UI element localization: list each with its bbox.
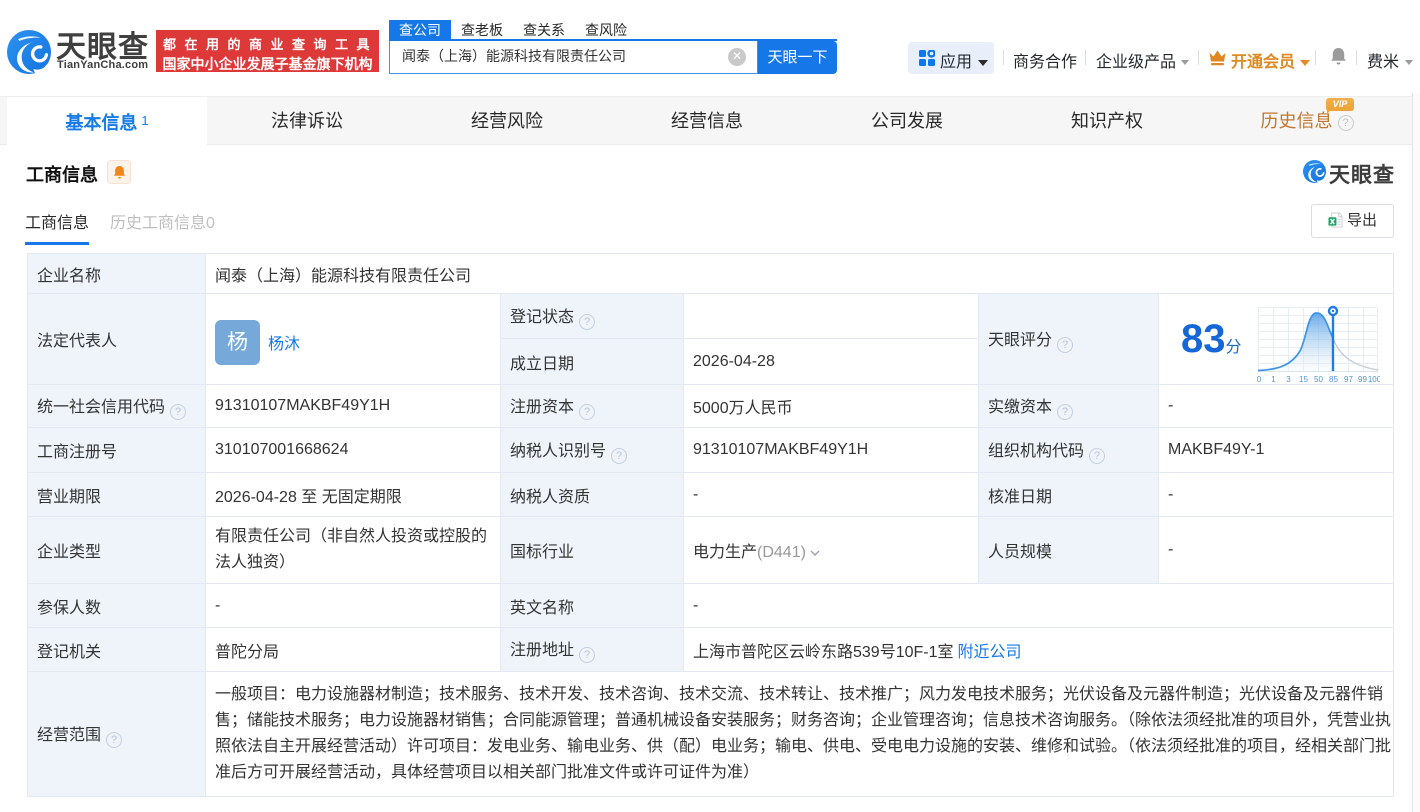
svg-text:3: 3 — [1286, 375, 1291, 383]
svg-text:1: 1 — [1271, 375, 1276, 383]
svg-text:99: 99 — [1358, 375, 1367, 383]
svg-text:85: 85 — [1329, 375, 1338, 383]
svg-text:50: 50 — [1314, 375, 1323, 383]
svg-text:0: 0 — [1256, 375, 1261, 383]
svg-text:15: 15 — [1299, 375, 1308, 383]
svg-text:97: 97 — [1344, 375, 1353, 383]
svg-text:100: 100 — [1367, 375, 1379, 383]
